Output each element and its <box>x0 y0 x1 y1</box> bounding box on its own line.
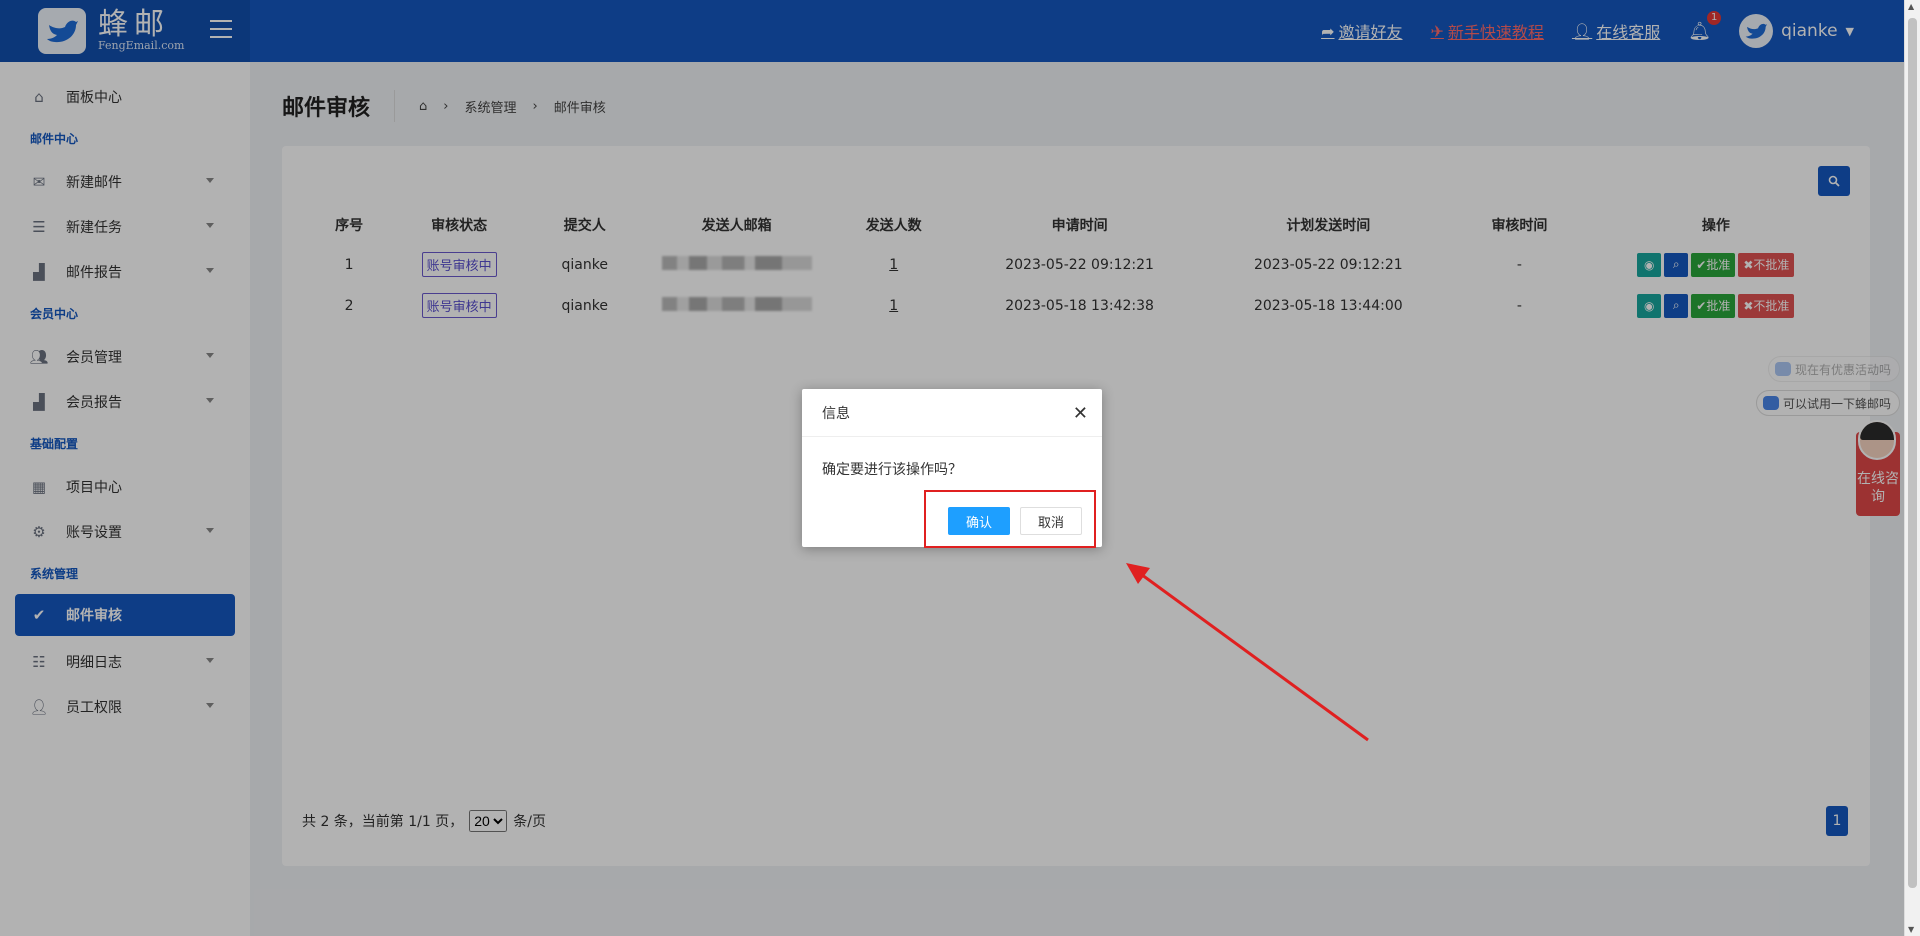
scroll-down-icon[interactable]: ▼ <box>1908 925 1914 934</box>
annotation-highlight-box <box>924 490 1096 548</box>
scrollbar[interactable]: ▲ ▼ <box>1904 0 1920 936</box>
scroll-up-icon[interactable]: ▲ <box>1908 2 1914 11</box>
close-icon[interactable]: ✕ <box>1073 403 1088 424</box>
dialog-title: 信息 <box>822 405 850 422</box>
scroll-thumb[interactable] <box>1908 18 1917 888</box>
